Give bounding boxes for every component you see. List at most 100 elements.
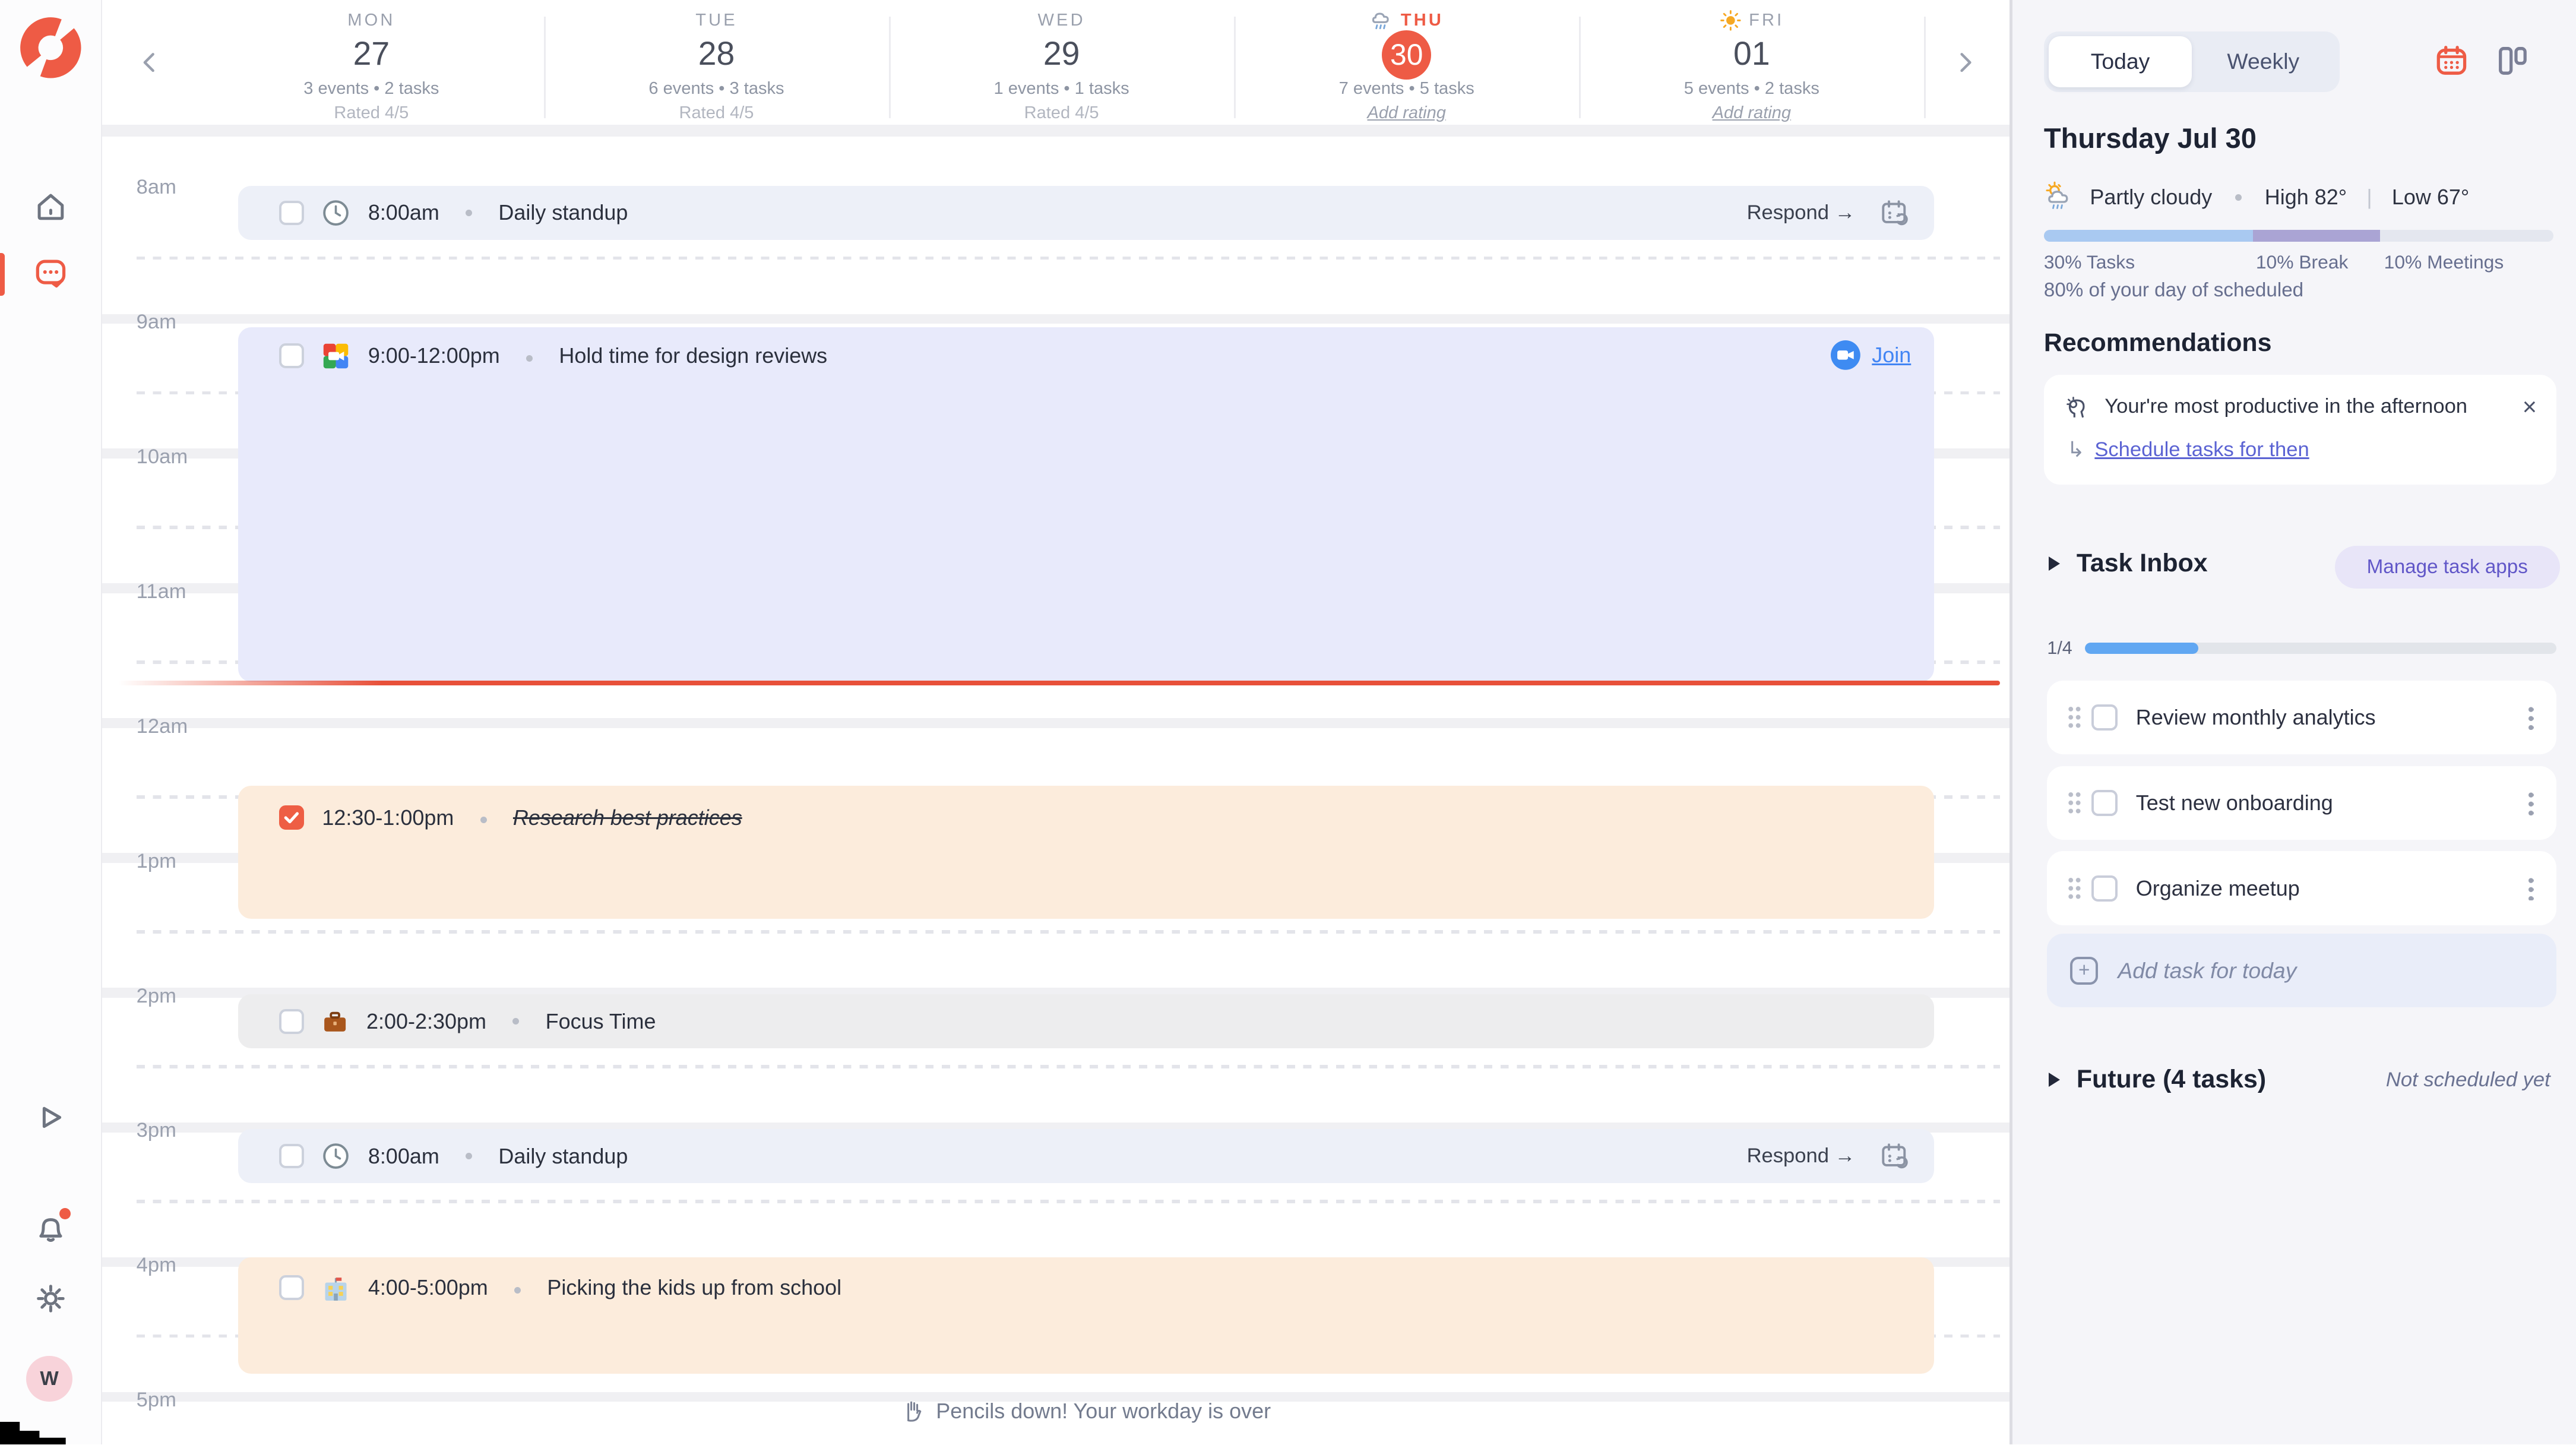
schedule-summary: 80% of your day of scheduled bbox=[2044, 279, 2303, 302]
add-task-button[interactable]: + Add task for today bbox=[2047, 934, 2556, 1008]
hour-label: 5pm bbox=[137, 1389, 176, 1412]
tasks-percent-label: 30% Tasks bbox=[2044, 251, 2135, 273]
recommendation-card: Your're most productive in the afternoon… bbox=[2044, 375, 2556, 485]
task-row-review-monthly-analytics[interactable]: Review monthly analytics bbox=[2047, 681, 2556, 755]
hour-separator bbox=[102, 718, 2010, 728]
drag-handle-icon[interactable] bbox=[2067, 876, 2082, 901]
day-column-fri[interactable]: FRI 01 5 events • 2 tasks Add rating bbox=[1579, 0, 1924, 125]
event-time: 4:00-5:00pm bbox=[368, 1275, 488, 1300]
day-column-mon[interactable]: MON 27 3 events • 2 tasks Rated 4/5 bbox=[199, 0, 544, 125]
chevron-right-icon[interactable] bbox=[1952, 49, 1978, 75]
planner-icon[interactable] bbox=[33, 255, 69, 291]
home-icon[interactable] bbox=[33, 189, 69, 225]
add-rating-link[interactable]: Add rating bbox=[1234, 103, 1579, 123]
day-column-tue[interactable]: TUE 28 6 events • 3 tasks Rated 4/5 bbox=[544, 0, 889, 125]
chevron-left-icon[interactable] bbox=[137, 49, 163, 75]
view-tabs: Today Weekly bbox=[2044, 31, 2340, 92]
event-school-pickup[interactable]: 4:00-5:00pm Picking the kids up from sch… bbox=[238, 1257, 1934, 1374]
tasks-bar-segment bbox=[2044, 230, 2253, 241]
weather-condition: Partly cloudy bbox=[2090, 185, 2212, 210]
settings-gear-icon[interactable] bbox=[33, 1280, 69, 1317]
task-row-organize-meetup[interactable]: Organize meetup bbox=[2047, 851, 2556, 925]
task-inbox-title: Task Inbox bbox=[2077, 549, 2208, 578]
notifications-bell-icon[interactable] bbox=[33, 1210, 69, 1246]
weather-row: Partly cloudy High 82° | Low 67° bbox=[2044, 181, 2469, 213]
drag-handle-icon[interactable] bbox=[2067, 791, 2082, 815]
event-checkbox[interactable] bbox=[279, 201, 304, 226]
drag-handle-icon[interactable] bbox=[2067, 705, 2082, 730]
tab-weekly[interactable]: Weekly bbox=[2192, 36, 2335, 87]
manage-task-apps-button[interactable]: Manage task apps bbox=[2335, 546, 2560, 589]
event-checkbox[interactable] bbox=[279, 1009, 304, 1034]
right-panel: Today Weekly Thursday Jul 30 bbox=[2009, 0, 2576, 1444]
dot-separator bbox=[466, 210, 472, 216]
clock-icon bbox=[322, 199, 350, 227]
day-name: WED bbox=[889, 10, 1234, 31]
event-checkbox[interactable] bbox=[279, 1144, 304, 1169]
day-date: 01 bbox=[1579, 33, 1924, 75]
event-checkbox[interactable] bbox=[279, 1275, 304, 1300]
respond-button[interactable]: Respond → bbox=[1747, 1144, 1856, 1168]
join-meeting-button[interactable]: Join bbox=[1831, 340, 1911, 370]
event-checkbox-checked[interactable] bbox=[279, 805, 304, 830]
schedule-tasks-link[interactable]: Schedule tasks for then bbox=[2094, 438, 2309, 461]
task-checkbox[interactable] bbox=[2091, 875, 2118, 902]
event-checkbox[interactable] bbox=[279, 343, 304, 368]
hour-label: 9am bbox=[137, 311, 176, 334]
event-title: Daily standup bbox=[498, 1144, 628, 1169]
day-rating[interactable]: Rated 4/5 bbox=[889, 103, 1234, 123]
event-title: Research best practices bbox=[513, 805, 742, 830]
panel-date-title: Thursday Jul 30 bbox=[2044, 122, 2257, 154]
event-daily-standup-morning[interactable]: 8:00am Daily standup Respond → bbox=[238, 186, 1934, 240]
inbox-progress-fill bbox=[2085, 643, 2198, 654]
tab-today[interactable]: Today bbox=[2049, 36, 2192, 87]
future-section-header[interactable]: Future (4 tasks) bbox=[2049, 1065, 2266, 1094]
day-column-thu-today[interactable]: THU 30 7 events • 5 tasks Add rating bbox=[1234, 0, 1579, 125]
task-row-test-new-onboarding[interactable]: Test new onboarding bbox=[2047, 766, 2556, 840]
day-rating[interactable]: Rated 4/5 bbox=[544, 103, 889, 123]
add-task-placeholder: Add task for today bbox=[2118, 958, 2296, 984]
hour-label: 4pm bbox=[137, 1254, 176, 1277]
event-time: 8:00am bbox=[368, 1144, 439, 1169]
app-logo-icon[interactable] bbox=[18, 15, 84, 81]
kebab-menu-icon[interactable] bbox=[2528, 705, 2533, 730]
day-date: 29 bbox=[889, 33, 1234, 75]
schedule-breakdown-bar bbox=[2044, 230, 2553, 241]
time-grid: 5pm4pm3pm2pm1pm12am11am10am9am8am 8:00am… bbox=[102, 125, 2010, 1444]
hour-label: 2pm bbox=[137, 985, 176, 1008]
respond-button[interactable]: Respond → bbox=[1747, 201, 1856, 225]
sun-weather-icon bbox=[1719, 9, 1742, 32]
event-research-best-practices[interactable]: 12:30-1:00pm Research best practices bbox=[238, 786, 1934, 919]
day-name: FRI bbox=[1579, 10, 1924, 31]
task-inbox-header[interactable]: Task Inbox bbox=[2049, 549, 2207, 578]
board-layout-icon[interactable] bbox=[2495, 43, 2531, 79]
kebab-menu-icon[interactable] bbox=[2528, 791, 2533, 815]
notification-dot bbox=[59, 1208, 71, 1219]
dot-separator bbox=[514, 1287, 521, 1294]
add-rating-link[interactable]: Add rating bbox=[1579, 103, 1924, 123]
app-window: W MON 27 3 events • 2 tasks Rated 4/5 TU… bbox=[0, 0, 2576, 1444]
calendar-main: MON 27 3 events • 2 tasks Rated 4/5 TUE … bbox=[102, 0, 2010, 1444]
calendar-sync-icon[interactable] bbox=[1878, 197, 1911, 229]
kebab-menu-icon[interactable] bbox=[2528, 876, 2533, 901]
dot-separator bbox=[526, 355, 533, 362]
event-hold-time-design-reviews[interactable]: 9:00-12:00pm Hold time for design review… bbox=[238, 327, 1934, 682]
hour-label: 1pm bbox=[137, 850, 176, 873]
dot-separator bbox=[480, 817, 487, 823]
event-daily-standup-afternoon[interactable]: 8:00am Daily standup Respond → bbox=[238, 1129, 1934, 1183]
calendar-icon[interactable] bbox=[2433, 43, 2470, 79]
day-column-wed[interactable]: WED 29 1 events • 1 tasks Rated 4/5 bbox=[889, 0, 1234, 125]
task-checkbox[interactable] bbox=[2091, 704, 2118, 731]
day-rating[interactable]: Rated 4/5 bbox=[199, 103, 544, 123]
user-avatar[interactable]: W bbox=[26, 1356, 72, 1402]
day-date: 28 bbox=[544, 33, 889, 75]
calendar-sync-icon[interactable] bbox=[1878, 1140, 1911, 1172]
day-summary: 3 events • 2 tasks bbox=[199, 79, 544, 99]
pipe-separator: | bbox=[2366, 185, 2372, 210]
task-checkbox[interactable] bbox=[2091, 790, 2118, 816]
event-focus-time[interactable]: 2:00-2:30pm Focus Time bbox=[238, 994, 1934, 1048]
dot-separator bbox=[466, 1153, 472, 1159]
play-icon[interactable] bbox=[33, 1099, 69, 1136]
task-label: Organize meetup bbox=[2136, 876, 2300, 901]
close-icon[interactable]: × bbox=[2523, 394, 2537, 419]
